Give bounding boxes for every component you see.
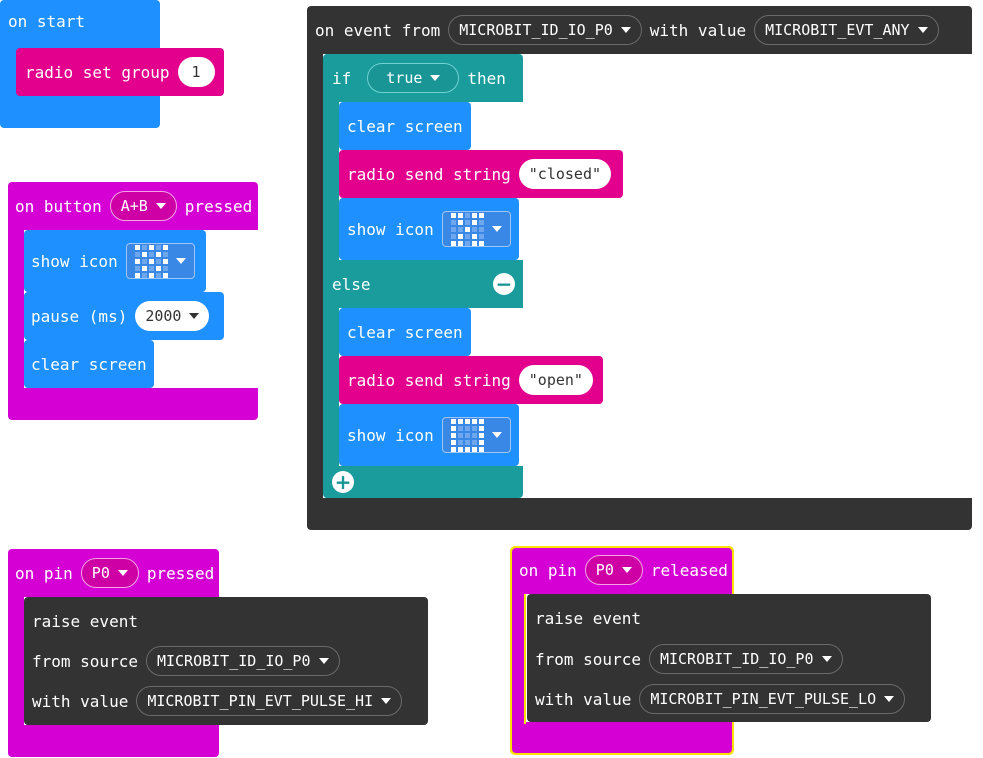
source-dropdown[interactable]: MICROBIT_ID_IO_P0 [145,646,340,676]
then-radio-send-label: radio send string [347,164,511,184]
pin-dropdown[interactable]: P0 [80,558,139,588]
chevron-down-icon [117,570,128,576]
icon-dropdown[interactable] [125,243,195,279]
then-clear-screen-label: clear screen [347,116,463,136]
value-dropdown[interactable]: MICROBIT_PIN_EVT_PULSE_LO [639,684,906,714]
pin-dropdown[interactable]: P0 [584,555,643,585]
on-pin-label: on pin [519,560,577,580]
chevron-down-icon [621,567,632,573]
chevron-down-icon [318,658,329,664]
no-icon [450,212,484,246]
pin-dropdown-value: P0 [595,561,614,579]
on-pin-released-header: on pin P0 released [519,555,728,585]
then-radio-send-row: radio send string "closed" [347,159,612,189]
source-dropdown-value: MICROBIT_ID_IO_P0 [659,650,814,668]
value-dropdown-value: MICROBIT_PIN_EVT_PULSE_HI [147,692,374,710]
pin-dropdown-value: P0 [91,564,110,582]
chevron-down-icon [175,258,186,264]
chevron-down-icon [917,27,928,33]
button-dropdown-value: A+B [120,197,148,215]
else-show-icon-label: show icon [347,425,434,445]
else-radio-send-label: radio send string [347,370,511,390]
else-clear-screen-row: clear screen [347,317,463,347]
radio-set-group-row: radio set group 1 [25,57,215,87]
pin-pressed-label: pressed [146,563,215,583]
then-show-icon-row: show icon [347,211,511,247]
pin-released-label: released [650,560,728,580]
condition-value: true [386,69,423,87]
condition-dropdown[interactable]: true [367,63,460,93]
event-source-dropdown[interactable]: MICROBIT_ID_IO_P0 [448,15,642,45]
with-value-row: with value MICROBIT_PIN_EVT_PULSE_LO [535,684,906,714]
with-value-label: with value [535,689,632,709]
radio-set-group-label: radio set group [25,62,170,82]
pause-duration-dropdown[interactable]: 2000 [135,301,210,331]
pressed-label: pressed [184,196,253,216]
on-pin-pressed-header: on pin P0 pressed [15,558,214,588]
from-source-row: from source MICROBIT_ID_IO_P0 [32,646,340,676]
on-event-label: on event from [315,20,441,40]
chevron-down-icon [884,696,895,702]
value-dropdown[interactable]: MICROBIT_PIN_EVT_PULSE_HI [136,686,403,716]
show-icon-label: show icon [31,251,118,271]
on-start-label: on start [8,12,86,31]
chevron-down-icon [491,432,502,438]
add-else-if-icon[interactable]: + [332,471,354,493]
raise-event-row: raise event [32,606,138,636]
with-value-label: with value [32,691,129,711]
if-label: if [332,68,352,88]
button-dropdown[interactable]: A+B [109,191,177,221]
source-dropdown[interactable]: MICROBIT_ID_IO_P0 [648,644,843,674]
on-event-header: on event from MICROBIT_ID_IO_P0 with val… [315,15,939,45]
else-icon-dropdown[interactable] [441,417,511,453]
if-header: if true then [332,63,506,93]
on-button-header: on button A+B pressed [15,191,252,221]
group-number-input[interactable]: 1 [177,57,215,87]
else-radio-send-row: radio send string "open" [347,365,593,395]
raise-event-label: raise event [535,608,641,628]
source-dropdown-value: MICROBIT_ID_IO_P0 [156,652,311,670]
chevron-down-icon [155,203,166,209]
else-string-input[interactable]: "open" [518,365,593,395]
event-source-value: MICROBIT_ID_IO_P0 [459,21,613,39]
clear-screen-row: clear screen [31,349,147,379]
clear-screen-label: clear screen [31,354,147,374]
raise-event-row: raise event [535,603,641,633]
on-pin-label: on pin [15,563,73,583]
else-show-icon-row: show icon [347,417,511,453]
raise-event-label: raise event [32,611,138,631]
else-header: else [332,269,371,299]
value-dropdown-value: MICROBIT_PIN_EVT_PULSE_LO [650,690,877,708]
small-diamond-icon [134,244,168,278]
chevron-down-icon [491,226,502,232]
show-icon-row: show icon [31,243,195,279]
selection-edge [524,594,526,724]
from-source-label: from source [535,649,641,669]
with-value-label: with value [649,20,747,40]
chevron-down-icon [381,698,392,704]
pause-duration-value: 2000 [145,307,182,325]
event-value-dropdown[interactable]: MICROBIT_EVT_ANY [754,15,939,45]
on-button-label: on button [15,196,102,216]
square-icon [450,418,484,452]
remove-else-icon[interactable]: − [493,273,515,295]
pause-label: pause (ms) [31,306,128,326]
pause-row: pause (ms) 2000 [31,301,210,331]
chevron-down-icon [189,313,200,319]
chevron-down-icon [620,27,631,33]
on-start-header: on start [8,12,85,31]
then-string-input[interactable]: "closed" [518,159,612,189]
then-show-icon-label: show icon [347,219,434,239]
else-clear-screen-label: clear screen [347,322,463,342]
with-value-row: with value MICROBIT_PIN_EVT_PULSE_HI [32,686,403,716]
then-clear-screen-row: clear screen [347,111,463,141]
chevron-down-icon [821,656,832,662]
from-source-label: from source [32,651,138,671]
from-source-row: from source MICROBIT_ID_IO_P0 [535,644,843,674]
then-icon-dropdown[interactable] [441,211,511,247]
else-label: else [332,274,371,294]
chevron-down-icon [430,75,441,81]
then-label: then [467,68,506,88]
event-value-value: MICROBIT_EVT_ANY [765,21,910,39]
